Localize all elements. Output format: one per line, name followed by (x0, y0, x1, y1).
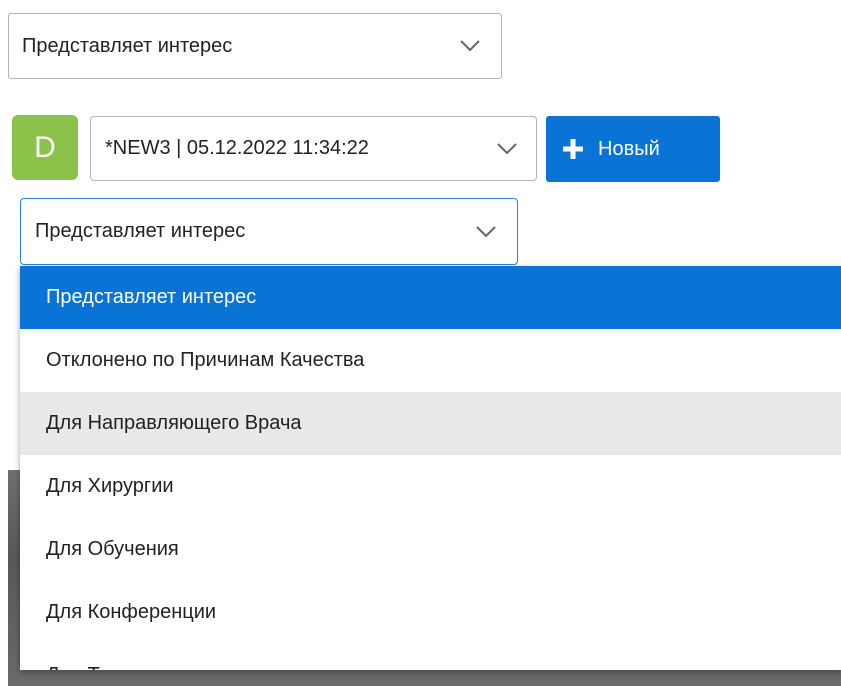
dropdown-option[interactable]: Для Хирургии (20, 455, 841, 518)
dropdown-option[interactable]: Представляет интерес (20, 266, 841, 329)
record-select-value: *NEW3 | 05.12.2022 11:34:22 (105, 137, 369, 159)
avatar[interactable]: D (12, 115, 78, 180)
new-button-label: Новый (598, 137, 660, 160)
chevron-down-icon (460, 40, 480, 52)
status-select-top-value: Представляет интерес (22, 34, 233, 57)
dropdown-option[interactable]: Отклонено по Причинам Качества (20, 329, 841, 392)
status-select-top[interactable]: Представляет интерес (8, 13, 502, 79)
dropdown-option[interactable]: Для Обучения (20, 518, 841, 581)
dropdown-option[interactable]: Для Конференции (20, 581, 841, 644)
dropdown-option[interactable]: Для Направляющего Врача (20, 392, 841, 455)
plus-icon (563, 139, 583, 159)
chevron-down-icon (497, 142, 517, 154)
status-dropdown-menu: Представляет интерес Отклонено по Причин… (20, 266, 841, 670)
new-button[interactable]: Новый (546, 116, 720, 182)
status-select-value: Представляет интерес (35, 220, 246, 242)
record-select[interactable]: *NEW3 | 05.12.2022 11:34:22 (90, 116, 537, 181)
chevron-down-icon (476, 225, 496, 237)
dropdown-option[interactable]: Для Т... (20, 644, 841, 670)
status-select[interactable]: Представляет интерес (20, 198, 518, 265)
